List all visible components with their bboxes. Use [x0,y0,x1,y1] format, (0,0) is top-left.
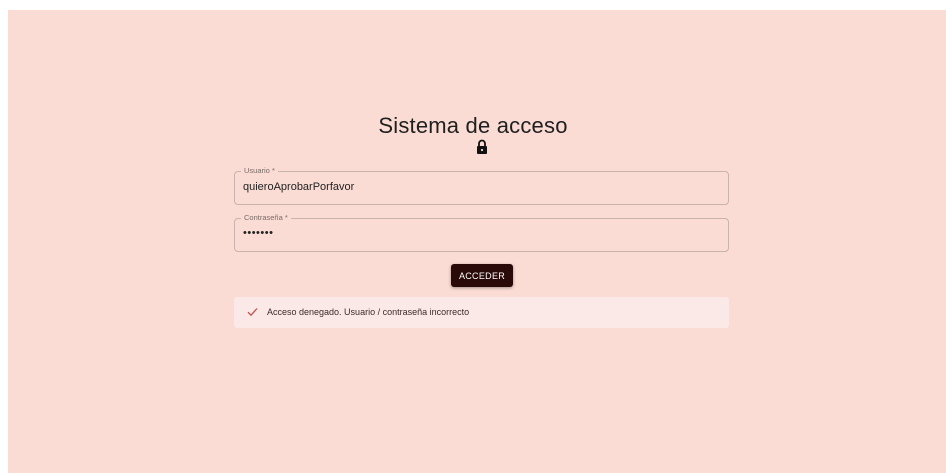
password-label: Contraseña * [241,213,291,223]
alert-message: Acceso denegado. Usuario / contraseña in… [234,297,729,328]
page-title: Sistema de acceso [378,113,568,138]
lock-icon [477,139,487,154]
acceder-button[interactable]: ACCEDER [451,264,513,287]
username-input[interactable]: quieroAprobarPorfavor [243,181,354,193]
alert-text: Acceso denegado. Usuario / contraseña in… [267,307,470,317]
username-field[interactable]: Usuario * quieroAprobarPorfavor [234,166,729,205]
username-label: Usuario * [241,166,278,176]
password-field[interactable]: Contraseña * ••••••• [234,213,729,252]
password-input[interactable]: ••••••• [243,227,273,239]
check-icon [247,308,258,317]
